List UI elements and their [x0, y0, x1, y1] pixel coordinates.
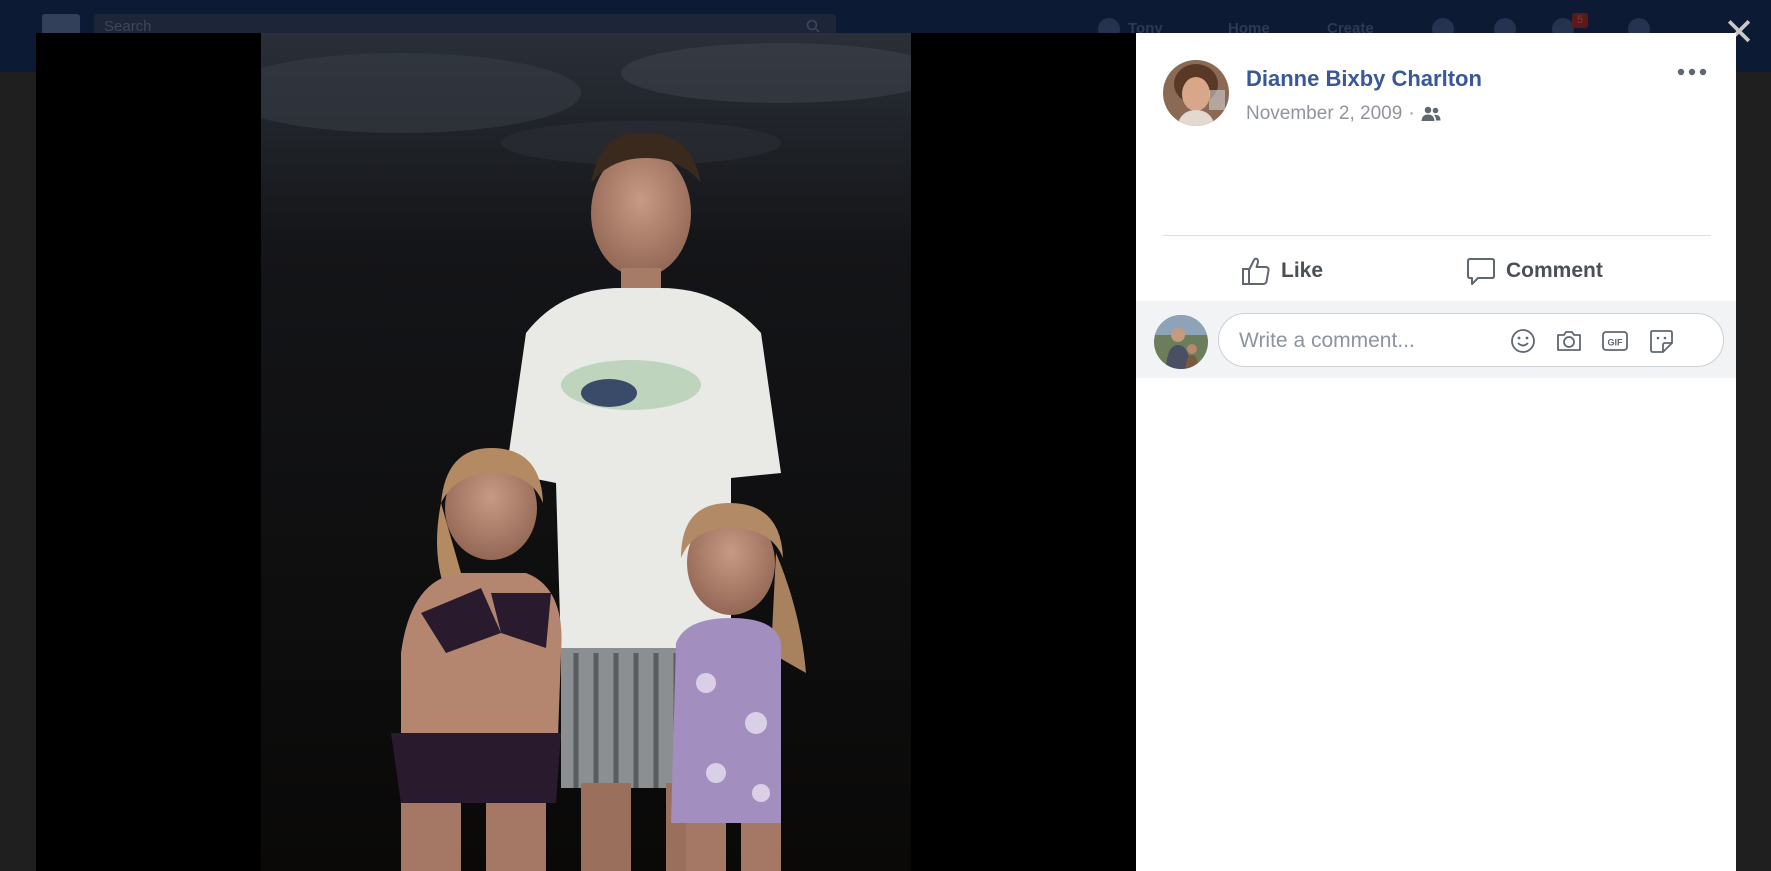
- notification-badge: 5: [1572, 13, 1588, 28]
- post-meta: November 2, 2009 ·: [1246, 103, 1441, 125]
- current-user-avatar-image: [1154, 315, 1208, 369]
- post-date[interactable]: November 2, 2009: [1246, 103, 1402, 125]
- like-label: Like: [1281, 259, 1324, 282]
- post-detail-panel: Dianne Bixby Charlton November 2, 2009 ·…: [1136, 33, 1736, 871]
- current-user-avatar[interactable]: [1154, 315, 1208, 369]
- friends-icon[interactable]: [1421, 106, 1441, 122]
- comment-label: Comment: [1506, 259, 1603, 282]
- photo-viewer: [36, 33, 1136, 871]
- like-button[interactable]: Like: [1241, 251, 1323, 291]
- comment-button[interactable]: Comment: [1466, 251, 1603, 291]
- divider: [1163, 235, 1711, 236]
- meta-separator: ·: [1408, 103, 1415, 124]
- author-avatar[interactable]: [1163, 60, 1229, 126]
- more-options-icon[interactable]: [1676, 65, 1708, 79]
- gif-icon[interactable]: GIF: [1601, 327, 1629, 355]
- comment-icon: [1467, 258, 1495, 285]
- author-name-link[interactable]: Dianne Bixby Charlton: [1246, 66, 1482, 92]
- post-photo[interactable]: [261, 33, 911, 871]
- sticker-icon[interactable]: [1647, 327, 1675, 355]
- author-avatar-image: [1163, 60, 1229, 126]
- comment-composer: GIF: [1136, 301, 1736, 378]
- like-icon: [1242, 257, 1270, 285]
- emoji-icon[interactable]: [1509, 327, 1537, 355]
- svg-text:GIF: GIF: [1608, 338, 1624, 348]
- comment-input[interactable]: [1237, 314, 1521, 368]
- camera-icon[interactable]: [1555, 327, 1583, 355]
- search-icon: [806, 19, 820, 33]
- comment-field[interactable]: GIF: [1218, 313, 1724, 368]
